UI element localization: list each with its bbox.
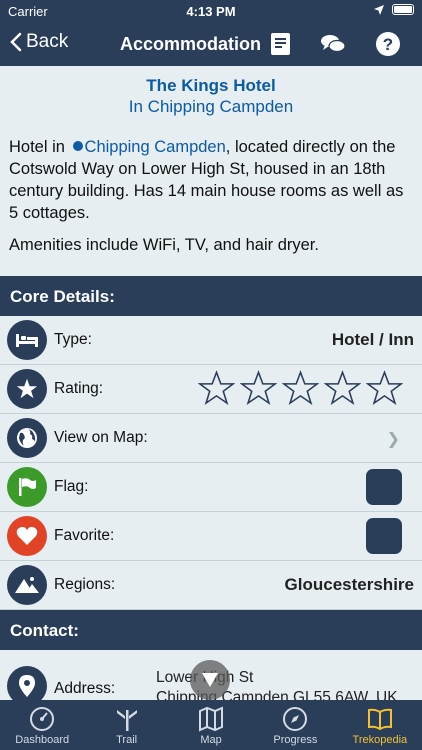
star-icon bbox=[7, 369, 47, 409]
gauge-icon bbox=[30, 707, 55, 731]
notes-icon[interactable] bbox=[268, 31, 294, 57]
flag-row: Flag: bbox=[0, 463, 422, 512]
location-arrow-icon bbox=[374, 4, 384, 15]
rating-star-icon[interactable] bbox=[198, 370, 235, 407]
tab-trail[interactable]: Trail bbox=[84, 700, 168, 750]
tab-dashboard[interactable]: Dashboard bbox=[0, 700, 84, 750]
hotel-description: Hotel in Chipping Campden, located direc… bbox=[9, 136, 413, 224]
regions-label: Regions: bbox=[54, 576, 116, 593]
chevron-right-icon: ❯ bbox=[386, 431, 400, 448]
globe-icon bbox=[7, 418, 47, 458]
tab-dashboard-label: Dashboard bbox=[15, 734, 70, 746]
heart-icon bbox=[7, 516, 47, 556]
status-indicators bbox=[374, 4, 414, 15]
signpost-icon bbox=[116, 710, 137, 731]
flag-checkbox[interactable] bbox=[366, 469, 402, 505]
status-time: 4:13 PM bbox=[186, 4, 236, 19]
tab-map-label: Map bbox=[200, 734, 222, 746]
map-label: View on Map: bbox=[54, 429, 148, 446]
rating-stars[interactable] bbox=[198, 370, 403, 407]
rating-star-icon[interactable] bbox=[324, 370, 361, 407]
triangle-down-icon bbox=[202, 673, 218, 687]
bed-icon bbox=[7, 320, 47, 360]
description-prefix: Hotel in bbox=[9, 138, 70, 156]
mountains-icon bbox=[7, 565, 47, 605]
address-label: Address: bbox=[54, 680, 116, 697]
comments-icon[interactable] bbox=[320, 31, 346, 57]
flag-icon bbox=[7, 467, 47, 507]
back-button[interactable]: Back bbox=[10, 31, 68, 53]
battery-icon bbox=[392, 4, 414, 15]
tab-trekopedia-label: Trekopedia bbox=[352, 734, 408, 746]
hotel-location: In Chipping Campden bbox=[128, 97, 294, 116]
nav-bar: Back Accommodation ? bbox=[0, 22, 422, 66]
view-on-map-row[interactable]: View on Map: ❯ bbox=[0, 414, 422, 463]
regions-value: Gloucestershire bbox=[284, 575, 414, 594]
favorite-label: Favorite: bbox=[54, 527, 115, 544]
top-bar: Carrier 4:13 PM Back Accommodation ? bbox=[0, 0, 422, 66]
status-bar: Carrier 4:13 PM bbox=[0, 0, 422, 22]
tab-map[interactable]: Map bbox=[169, 700, 253, 750]
type-label: Type: bbox=[54, 331, 92, 348]
town-link[interactable]: Chipping Campden bbox=[85, 138, 226, 156]
compass-icon bbox=[283, 707, 308, 731]
page-title: Accommodation bbox=[120, 34, 262, 54]
location-dot-icon bbox=[72, 141, 83, 151]
scroll-down-button[interactable] bbox=[190, 660, 230, 700]
core-details-header: Core Details: bbox=[0, 276, 422, 316]
rating-label: Rating: bbox=[54, 380, 104, 397]
favorite-checkbox[interactable] bbox=[366, 518, 402, 554]
rating-row: Rating: bbox=[0, 365, 422, 414]
favorite-row: Favorite: bbox=[0, 512, 422, 561]
tab-progress[interactable]: Progress bbox=[253, 700, 337, 750]
hotel-name: The Kings Hotel bbox=[146, 76, 276, 95]
rating-star-icon[interactable] bbox=[240, 370, 277, 407]
rating-star-icon[interactable] bbox=[282, 370, 319, 407]
tab-bar: Dashboard Trail Map Progress Trekopedia bbox=[0, 700, 422, 750]
hotel-intro: The Kings Hotel In Chipping Campden Hote… bbox=[0, 66, 422, 276]
regions-row: Regions: Gloucestershire bbox=[0, 561, 422, 610]
tab-trail-label: Trail bbox=[116, 734, 138, 746]
tab-trekopedia[interactable]: Trekopedia bbox=[338, 700, 422, 750]
amenities-text: Amenities include WiFi, TV, and hair dry… bbox=[9, 236, 319, 254]
book-icon bbox=[367, 708, 392, 731]
type-value: Hotel / Inn bbox=[331, 330, 414, 349]
chevron-left-icon bbox=[10, 32, 22, 52]
svg-text:?: ? bbox=[383, 35, 393, 54]
rating-star-icon[interactable] bbox=[366, 370, 403, 407]
help-icon[interactable]: ? bbox=[375, 31, 401, 57]
flag-label: Flag: bbox=[54, 478, 89, 495]
map-icon bbox=[199, 706, 224, 732]
type-row: Type: Hotel / Inn bbox=[0, 316, 422, 365]
tab-progress-label: Progress bbox=[273, 734, 318, 746]
back-label: Back bbox=[26, 31, 69, 52]
contact-header: Contact: bbox=[0, 610, 422, 650]
